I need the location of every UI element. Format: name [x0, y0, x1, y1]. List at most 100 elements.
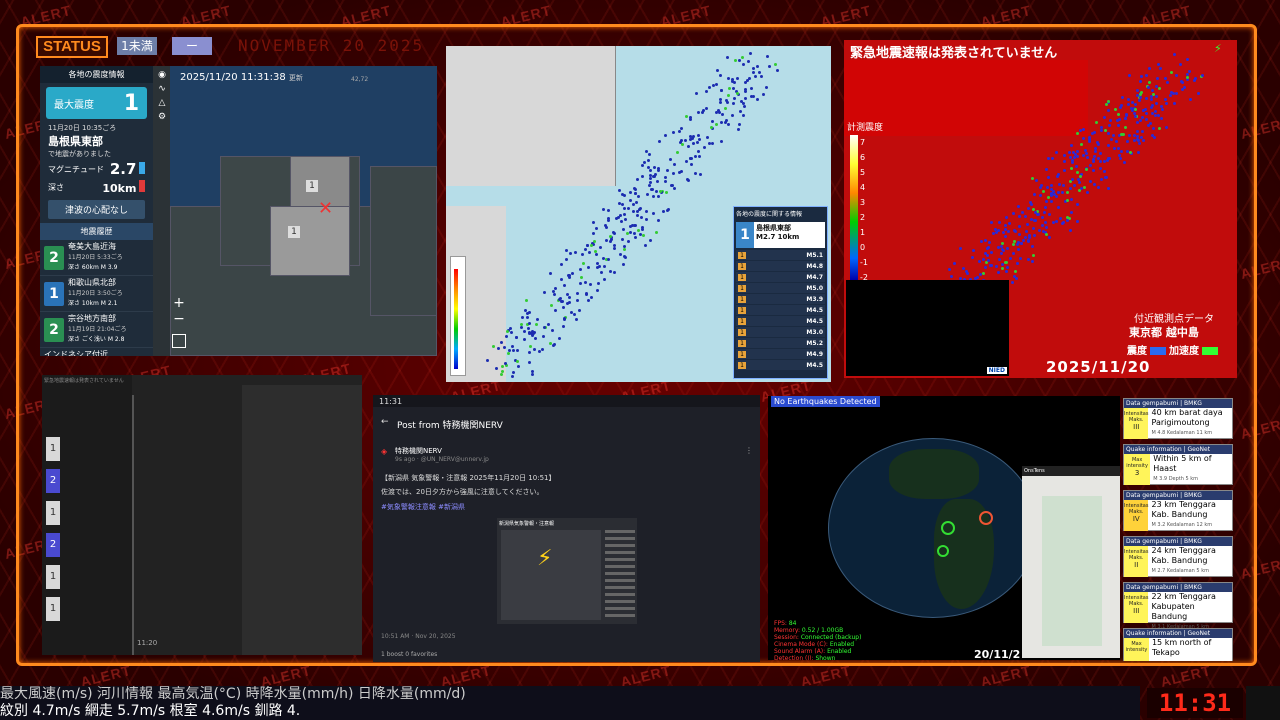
wave-icon[interactable]: ∿: [157, 84, 167, 94]
history-place: 奄美大島近海: [68, 242, 116, 251]
fullscreen-icon[interactable]: [172, 334, 186, 348]
detection-status: No Earthquakes Detected: [771, 396, 880, 407]
quake-row[interactable]: 1 M4.9: [736, 349, 825, 359]
status-button[interactable]: STATUS: [36, 36, 108, 58]
layers-icon[interactable]: ◉: [157, 70, 167, 80]
dark-list-item[interactable]: 2: [46, 531, 68, 559]
history-detail: 深さ ごく浅い M 2.8: [68, 336, 125, 343]
stats-overlay: FPS: 84 Memory: 0.52 / 1.00GB Session: Con…: [774, 620, 861, 660]
big-clock: 11:31: [1147, 688, 1243, 718]
stat-line: Session: Connected (backup): [774, 634, 862, 641]
history-place: 和歌山県北部: [68, 278, 116, 287]
quake-row[interactable]: 1 M4.5: [736, 360, 825, 370]
map-timestamp: 2025/11/20 11:31:38 更新: [180, 72, 303, 83]
post-line2: 佐渡では、20日夕方から強風に注意してください。: [381, 488, 544, 496]
dark-list-item[interactable]: 1: [46, 435, 68, 463]
back-arrow-icon[interactable]: ←: [381, 417, 389, 427]
sidebar-header: 各地の震度情報: [40, 66, 153, 83]
map-badge: 1: [288, 226, 300, 238]
nerv-logo-icon: ◈: [381, 447, 388, 456]
quake-region: 島根県東部: [48, 135, 103, 148]
social-post-panel: 11:31 ← Post from 特務機関NERV ◈ 特務機関NERV 9s…: [373, 395, 760, 662]
history-detail: 深さ 10km M 2.1: [68, 300, 118, 307]
post-line1: 【新潟県 気象警報・注意報 2025年11月20日 10:51】: [381, 474, 556, 482]
scale-tick: 7: [860, 138, 866, 147]
scale-tick: 4: [860, 183, 866, 192]
nied-logo: NIED: [986, 367, 1007, 374]
quake-marker: [941, 521, 955, 535]
stat-line: FPS: 84: [774, 620, 797, 627]
shindo-info-panel: 42,72 1 1 ✕ + − 2025/11/20 11:31:38 更新 ◉…: [40, 66, 437, 356]
nearby-place: 東京都 越中島: [1129, 326, 1199, 339]
zoom-out-button[interactable]: −: [172, 312, 186, 326]
quake-row[interactable]: 1 M5.1: [736, 250, 825, 260]
quake-row[interactable]: 1 M4.7: [736, 272, 825, 282]
global-quake-list: Data gempabumi | BMKG Intensitas Maks. III…: [1123, 398, 1233, 661]
history-item[interactable]: 1 和歌山県北部 11月20日 3:50ごろ 深さ 10km M 2.1: [40, 276, 153, 312]
shindo-tag: 1未満: [117, 37, 157, 55]
alert-watermark: ALERT: [1158, 661, 1213, 691]
zoom-in-button[interactable]: +: [172, 296, 186, 310]
globe-map[interactable]: [828, 438, 1038, 618]
stat-line: Memory: 0.52 / 1.00GB: [774, 627, 844, 634]
scale-tick: 3: [860, 198, 866, 207]
scale-label: 計測震度: [847, 123, 884, 133]
globe-panel: No Earthquakes Detected OnsTens FPS: 84 M…: [768, 396, 1120, 660]
history-item[interactable]: 2 奄美大島近海 11月20日 5:33ごろ 深さ 60km M 3.9: [40, 240, 153, 276]
region-map[interactable]: 42,72 1 1 ✕ + −: [170, 66, 437, 356]
map-badge: 1: [306, 180, 318, 192]
scale-tick: 6: [860, 153, 866, 162]
magnitude-row: マグニチュード 2.7: [40, 159, 153, 179]
quake-card[interactable]: Data gempabumi | BMKG Intensitas Maks. II 2…: [1123, 536, 1233, 577]
more-icon[interactable]: ⋮: [745, 446, 753, 455]
quake-card[interactable]: Quake information | GeoNet Max intensity 3…: [1123, 444, 1233, 485]
quake-row[interactable]: 1 M3.0: [736, 327, 825, 337]
post-handle: 9s ago · @UN_NERV@unnerv.jp: [395, 456, 489, 463]
post-account[interactable]: 特務機関NERV: [395, 446, 442, 456]
quake-row[interactable]: 1 M4.5: [736, 305, 825, 315]
dark-list-item[interactable]: 1: [46, 563, 68, 591]
dark-list-item[interactable]: 2: [46, 467, 68, 495]
scale-tick: 2: [860, 213, 866, 222]
post-tags[interactable]: #気象警報注意報 #新潟県: [381, 502, 465, 512]
post-footer-time: 10:51 AM · Nov 20, 2025: [381, 633, 456, 640]
ghost-date: NOVEMBER 20 2025: [238, 36, 425, 55]
history-header: 地震履歴: [40, 223, 153, 240]
max-intensity-box: 最大震度 1: [46, 87, 147, 119]
quake-row[interactable]: 1 M5.2: [736, 338, 825, 348]
history-intensity: 1: [44, 281, 64, 306]
stat-line: Sound Alarm (A): Enabled: [774, 648, 852, 655]
dashboard-root: { "status": {"button_label": "STATUS", "…: [0, 0, 1280, 720]
quake-marker: [937, 545, 949, 557]
scale-tick: 5: [860, 168, 866, 177]
post-title: Post from 特務機関NERV: [397, 421, 503, 431]
max-intensity-value: 1: [123, 90, 139, 116]
quake-card[interactable]: Quake information | GeoNet Max intensity 1…: [1123, 628, 1233, 661]
post-image-card[interactable]: 新潟県気象警報・注意報 ⚡: [497, 518, 637, 624]
history-last-item: インドネシア付近: [44, 350, 108, 356]
card-main-quake[interactable]: 1 島根県東部 M2.7 10km: [736, 222, 825, 248]
history-time: 11月20日 5:33ごろ: [68, 254, 123, 261]
quake-row[interactable]: 1 M4.8: [736, 261, 825, 271]
lightning-icon: ⚡: [537, 546, 553, 571]
eew-clock: 2025/11/20 11:31:38: [1046, 358, 1151, 378]
quake-row[interactable]: 1 M4.5: [736, 316, 825, 326]
quake-marker: [979, 511, 993, 525]
history-intensity: 2: [44, 245, 64, 270]
dark-map-panel: 緊急地震速報は発表されていません 121211 11:20: [42, 375, 362, 655]
gear-icon[interactable]: ⚙: [157, 112, 167, 122]
quake-card[interactable]: Data gempabumi | BMKG Intensitas Maks. III…: [1123, 582, 1233, 630]
ticker-values: 紋別 4.7m/s 網走 5.7m/s 根室 4.6m/s 釧路 4.: [0, 703, 1140, 720]
quake-row[interactable]: 1 M5.0: [736, 283, 825, 293]
intensity-scale-bar: [850, 135, 858, 280]
quake-row[interactable]: 1 M3.9: [736, 294, 825, 304]
inset-map: NIED: [846, 280, 1009, 376]
post-footer-stats: 1 boost 0 favorites: [381, 651, 438, 658]
quake-card[interactable]: Data gempabumi | BMKG Intensitas Maks. III…: [1123, 398, 1233, 439]
history-time: 11月19日 21:04ごろ: [68, 326, 127, 333]
dark-list-item[interactable]: 1: [46, 595, 68, 623]
quake-card[interactable]: Data gempabumi | BMKG Intensitas Maks. IV 2…: [1123, 490, 1233, 531]
dark-list-item[interactable]: 1: [46, 499, 68, 527]
warning-icon[interactable]: △: [157, 98, 167, 108]
history-item[interactable]: 2 宗谷地方南部 11月19日 21:04ごろ 深さ ごく浅い M 2.8: [40, 312, 153, 348]
